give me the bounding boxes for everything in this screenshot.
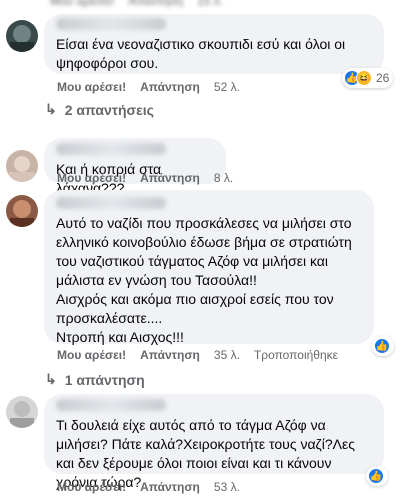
timestamp[interactable]: 52 λ. bbox=[214, 80, 240, 94]
author-name[interactable] bbox=[56, 197, 166, 209]
like-link[interactable]: Μου αρέσει! bbox=[57, 348, 126, 362]
comment-bubble: Είσαι ένα νεοναζιστικο σκουπιδι εσύ και … bbox=[44, 14, 384, 74]
like-link[interactable]: Μου αρέσει! bbox=[57, 171, 126, 185]
reply-arrow-icon: ↳ bbox=[45, 101, 57, 117]
avatar[interactable] bbox=[6, 150, 38, 182]
comment-bubble: Αυτό το ναζίδι που προσκάλεσες να μιλήσε… bbox=[44, 190, 374, 345]
avatar[interactable] bbox=[6, 195, 38, 227]
comment-actions: Μου αρέσει! Απάντηση 8 λ. bbox=[57, 171, 233, 185]
author-name[interactable] bbox=[56, 399, 166, 411]
reply-arrow-icon: ↳ bbox=[45, 371, 57, 387]
comment-text: Είσαι ένα νεοναζιστικο σκουπιδι εσύ και … bbox=[56, 36, 346, 71]
like-link[interactable]: Μου αρέσει! bbox=[50, 0, 114, 8]
comment-bubble: Τι δουλειά είχε αυτός από το τάγμα Αζόφ … bbox=[44, 394, 384, 490]
haha-icon: 😆 bbox=[356, 70, 372, 86]
comment-actions: Μου αρέσει! Απάντηση 52 λ. bbox=[57, 80, 240, 94]
reaction-count: 26 bbox=[376, 71, 390, 85]
view-replies-link[interactable]: ↳ 1 απάντηση bbox=[45, 371, 145, 388]
comment-text: Αυτό το ναζίδι που προσκάλεσες να μιλήσε… bbox=[56, 215, 352, 345]
timestamp[interactable]: 15 λ. bbox=[197, 0, 223, 8]
author-name[interactable] bbox=[56, 18, 166, 30]
like-icon: 👍 bbox=[374, 338, 390, 354]
comment-actions: Μου αρέσει! Απάντηση 35 λ. Τροποποιήθηκε bbox=[57, 348, 338, 362]
timestamp[interactable]: 8 λ. bbox=[214, 171, 233, 185]
avatar[interactable] bbox=[6, 396, 38, 428]
timestamp[interactable]: 53 λ. bbox=[214, 480, 240, 494]
like-icon: 👍 bbox=[368, 468, 384, 484]
view-replies-link[interactable]: ↳ 2 απαντήσεις bbox=[45, 101, 154, 118]
reply-link[interactable]: Απάντηση bbox=[140, 171, 200, 185]
comment-actions: Μου αρέσει! Απάντηση 53 λ. bbox=[57, 480, 240, 494]
previous-comment-actions: Μου αρέσει! Απάντηση 15 λ. bbox=[50, 0, 223, 8]
reply-link[interactable]: Απάντηση bbox=[140, 480, 200, 494]
reaction-summary[interactable]: 👍 bbox=[366, 466, 388, 486]
reply-link[interactable]: Απάντηση bbox=[140, 80, 200, 94]
avatar[interactable] bbox=[6, 20, 38, 52]
reaction-summary[interactable]: 👍 bbox=[372, 336, 394, 356]
reply-link[interactable]: Απάντηση bbox=[140, 348, 200, 362]
author-name[interactable] bbox=[56, 143, 166, 155]
reaction-summary[interactable]: 👍 😆 26 bbox=[342, 68, 394, 88]
timestamp[interactable]: 35 λ. bbox=[214, 348, 240, 362]
like-link[interactable]: Μου αρέσει! bbox=[57, 480, 126, 494]
replies-count: 2 απαντήσεις bbox=[64, 101, 154, 118]
replies-count: 1 απάντηση bbox=[64, 371, 145, 388]
reply-link[interactable]: Απάντηση bbox=[128, 0, 183, 8]
edited-label[interactable]: Τροποποιήθηκε bbox=[254, 348, 338, 362]
like-link[interactable]: Μου αρέσει! bbox=[57, 80, 126, 94]
